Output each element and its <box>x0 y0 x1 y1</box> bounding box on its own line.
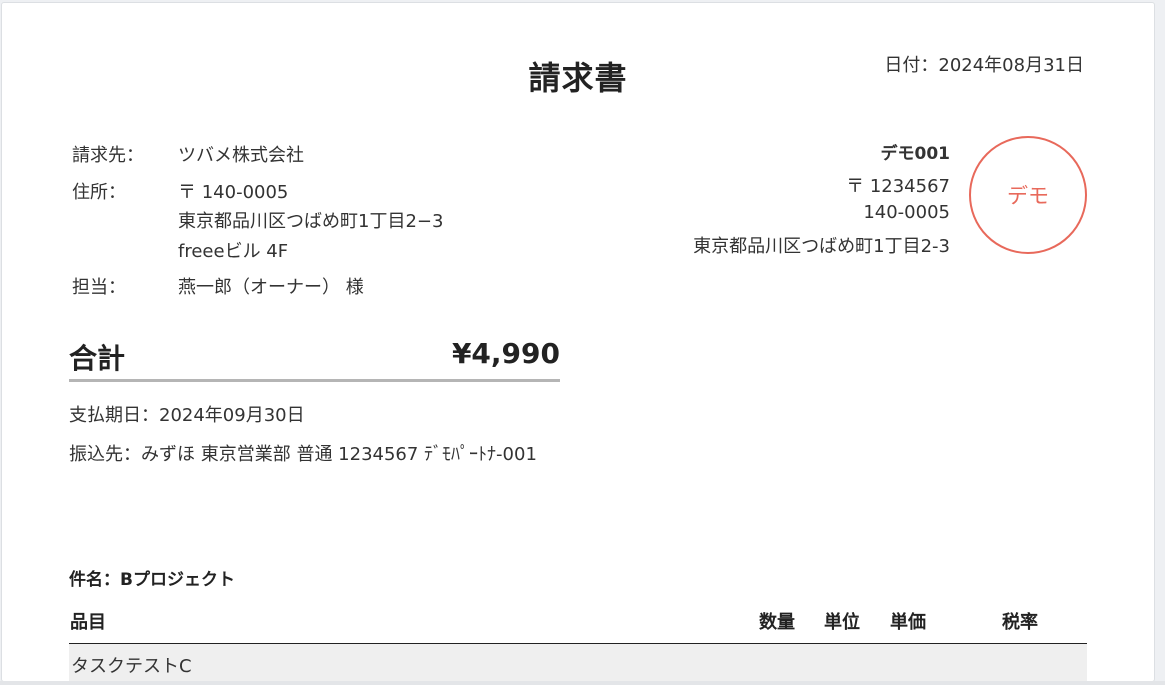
address-label: 住所： <box>72 182 126 203</box>
total-section: 合計 ¥4,990 <box>69 335 560 382</box>
sender-line-1: 〒 1234567 <box>846 176 950 197</box>
contact-value: 燕一郎（オーナー） 様 <box>178 277 364 298</box>
bill-to-value: ツバメ株式会社 <box>178 145 304 166</box>
header-qty: 数量 <box>759 612 795 633</box>
contact-label: 担当： <box>72 277 126 298</box>
header-unit: 単位 <box>824 612 860 633</box>
address-line-3: freeeビル 4F <box>178 241 289 262</box>
stamp-text: デモ <box>1007 184 1049 208</box>
header-tax: 税率 <box>1002 612 1038 633</box>
sender-name: デモ001 <box>880 144 951 164</box>
header-price: 単価 <box>890 612 926 633</box>
sender-line-3: 東京都品川区つばめ町1丁目2-3 <box>693 236 950 257</box>
bill-to-label: 請求先： <box>72 145 144 166</box>
address-line-1: 〒 140-0005 <box>178 182 289 203</box>
total-value: ¥4,990 <box>451 337 560 370</box>
address-line-2: 東京都品川区つばめ町1丁目2−3 <box>178 211 444 232</box>
total-label: 合計 <box>69 342 126 375</box>
sender-line-2: 140-0005 <box>863 202 950 223</box>
payment-due: 支払期日：2024年09月30日 <box>69 405 305 426</box>
bottom-edge <box>0 681 1165 685</box>
table-row: タスクテストC <box>69 644 1087 681</box>
invoice-date: 日付：2024年08月31日 <box>884 55 1084 76</box>
bank-account: 振込先：みずほ 東京営業部 普通 1234567 ﾃﾞﾓﾊﾟｰﾄﾅ-001 <box>69 444 537 465</box>
invoice-sheet: 請求書 日付：2024年08月31日 請求先： ツバメ株式会社 住所： 〒 14… <box>1 2 1155 682</box>
header-item: 品目 <box>70 612 106 633</box>
company-stamp: デモ <box>969 136 1087 254</box>
row-item-name: タスクテストC <box>71 656 192 677</box>
subject: 件名：Bプロジェクト <box>69 570 235 590</box>
